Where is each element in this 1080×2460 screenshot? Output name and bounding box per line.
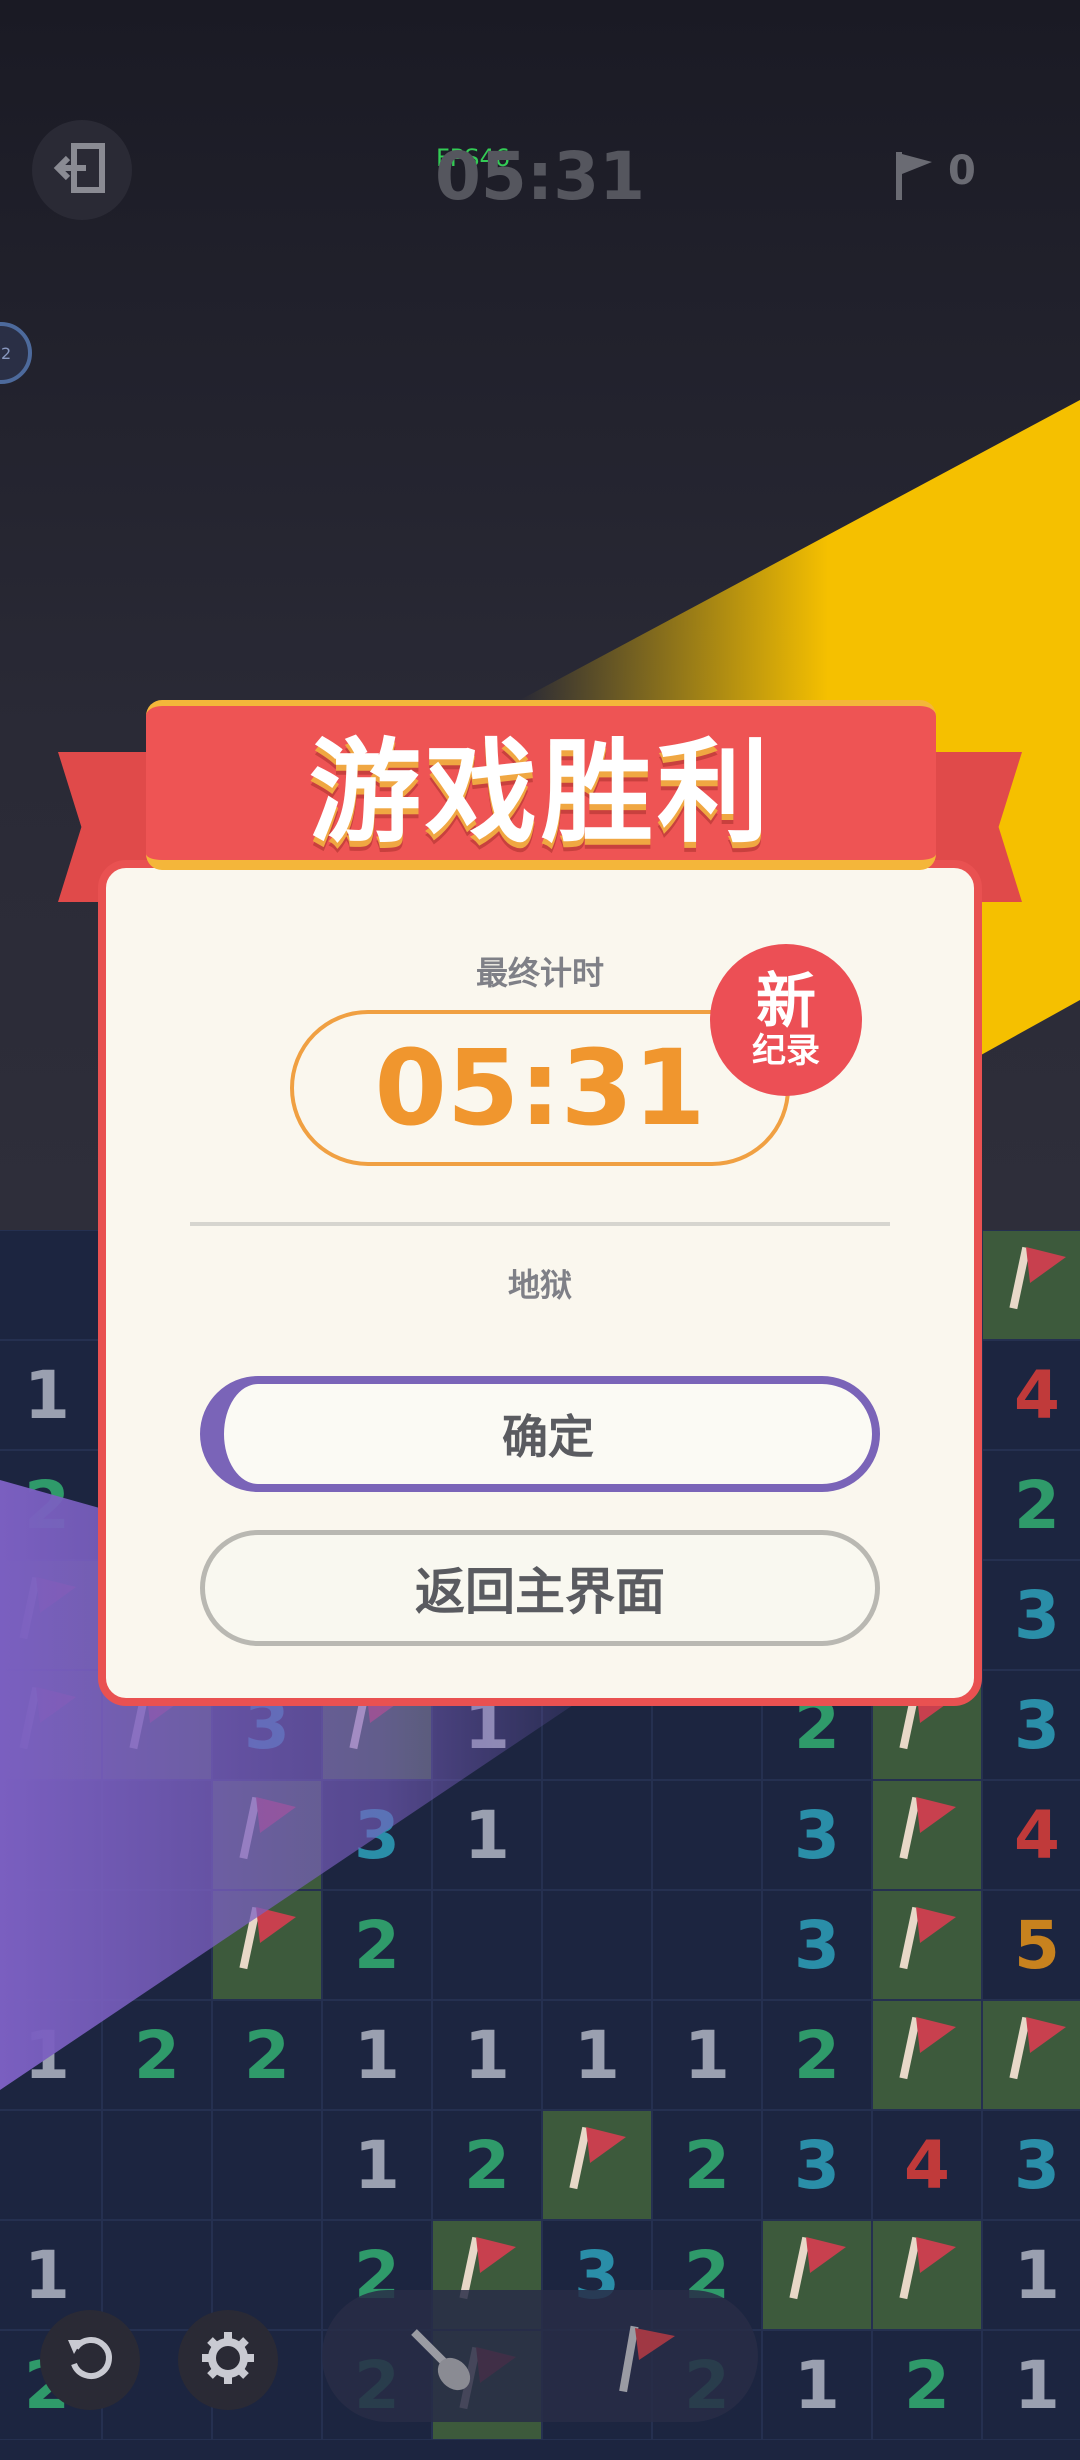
board-cell-number[interactable]: 3: [982, 1560, 1080, 1670]
divider: [190, 1222, 890, 1226]
board-cell-number[interactable]: 4: [982, 1780, 1080, 1890]
home-button[interactable]: 返回主界面: [200, 1530, 880, 1646]
board-cell-number[interactable]: 1: [432, 1780, 542, 1890]
undo-icon: [62, 2330, 118, 2390]
board-cell-flagged[interactable]: [762, 2220, 872, 2330]
flag-count: 0: [948, 148, 976, 194]
board-cell-number[interactable]: 1: [0, 2000, 102, 2110]
flag-marker-icon: [232, 1787, 302, 1883]
board-cell-flagged[interactable]: [212, 1780, 322, 1890]
board-cell-empty[interactable]: [432, 1890, 542, 2000]
board-cell-number[interactable]: 4: [982, 1340, 1080, 1450]
flag-tool-icon: [613, 2318, 683, 2402]
final-time-label: 最终计时: [475, 954, 604, 992]
board-cell-number[interactable]: 1: [652, 2000, 762, 2110]
board-cell-empty[interactable]: [0, 1890, 102, 2000]
shovel-tool[interactable]: [390, 2310, 490, 2410]
board-cell-empty[interactable]: [652, 1890, 762, 2000]
board-cell-flagged[interactable]: [0, 1560, 102, 1670]
flag-marker-icon: [892, 1897, 962, 1993]
board-cell-empty[interactable]: [212, 2110, 322, 2220]
difficulty-label: 地狱: [507, 1266, 572, 1304]
shovel-icon: [400, 2318, 480, 2402]
board-cell-flagged[interactable]: [212, 1890, 322, 2000]
flag-marker-icon: [892, 1787, 962, 1883]
flag-marker-icon: [232, 1897, 302, 1993]
victory-title: 游戏胜利: [309, 728, 773, 858]
board-cell-number[interactable]: 1: [762, 2330, 872, 2440]
board-cell-number[interactable]: 3: [982, 2110, 1080, 2220]
board-cell-number[interactable]: 1: [432, 2000, 542, 2110]
board-cell-flagged[interactable]: [982, 2000, 1080, 2110]
board-cell-flagged[interactable]: [0, 1670, 102, 1780]
confirm-button[interactable]: 确定: [200, 1376, 880, 1492]
board-cell-empty[interactable]: [542, 1890, 652, 2000]
board-cell-number[interactable]: 3: [322, 1780, 432, 1890]
flag-marker-icon: [782, 2227, 852, 2323]
board-cell-flagged[interactable]: [872, 2000, 982, 2110]
board-cell-number[interactable]: 1: [0, 1340, 102, 1450]
board-cell-empty[interactable]: [0, 2110, 102, 2220]
undo-button[interactable]: [40, 2310, 140, 2410]
board-cell-number[interactable]: 4: [872, 2110, 982, 2220]
board-cell-empty[interactable]: [102, 1890, 212, 2000]
board-cell-empty[interactable]: [0, 1780, 102, 1890]
flag-marker-icon: [562, 2117, 632, 2213]
new-record-line2: 纪录: [752, 1030, 820, 1071]
board-cell-number[interactable]: 2: [102, 2000, 212, 2110]
flag-marker-icon: [892, 2227, 962, 2323]
flag-tool[interactable]: [598, 2310, 698, 2410]
victory-banner: 游戏胜利: [146, 700, 936, 870]
board-cell-number[interactable]: 1: [322, 2000, 432, 2110]
board-cell-flagged[interactable]: [872, 1780, 982, 1890]
board-cell-number[interactable]: 2: [872, 2330, 982, 2440]
flag-marker-icon: [1002, 2007, 1072, 2103]
flag-marker-icon: [12, 1567, 82, 1663]
board-cell-number[interactable]: 1: [982, 2330, 1080, 2440]
board-cell-number[interactable]: 2: [322, 1890, 432, 2000]
board-cell-number[interactable]: 1: [542, 2000, 652, 2110]
new-record-badge: 新 纪录: [710, 944, 862, 1096]
flag-marker-icon: [892, 2007, 962, 2103]
board-cell-empty[interactable]: [542, 1780, 652, 1890]
board-cell-number[interactable]: 5: [982, 1890, 1080, 2000]
board-cell-number[interactable]: 2: [212, 2000, 322, 2110]
board-cell-empty[interactable]: [102, 2220, 212, 2330]
flag-marker-icon: [12, 1677, 82, 1773]
board-cell-flagged[interactable]: [872, 1890, 982, 2000]
board-cell-number[interactable]: 2: [432, 2110, 542, 2220]
board-cell-number[interactable]: 2: [982, 1450, 1080, 1560]
board-cell-number[interactable]: 2: [762, 2000, 872, 2110]
board-cell-number[interactable]: 1: [322, 2110, 432, 2220]
board-cell-number[interactable]: 3: [762, 1780, 872, 1890]
board-cell-empty[interactable]: [102, 2110, 212, 2220]
board-cell-empty[interactable]: [652, 1780, 762, 1890]
new-record-line1: 新: [756, 966, 816, 1037]
settings-icon: [198, 2328, 258, 2392]
board-cell-number[interactable]: 3: [762, 1890, 872, 2000]
board-cell-number[interactable]: 2: [652, 2110, 762, 2220]
board-cell-number[interactable]: 2: [0, 1450, 102, 1560]
board-cell-flagged[interactable]: [872, 2220, 982, 2330]
settings-button[interactable]: [178, 2310, 278, 2410]
board-cell-number[interactable]: 3: [982, 1670, 1080, 1780]
board-cell-number[interactable]: 3: [762, 2110, 872, 2220]
board-cell-flagged[interactable]: [542, 2110, 652, 2220]
board-cell-number[interactable]: 1: [982, 2220, 1080, 2330]
flag-icon: [892, 148, 936, 206]
board-cell-empty[interactable]: [102, 1780, 212, 1890]
